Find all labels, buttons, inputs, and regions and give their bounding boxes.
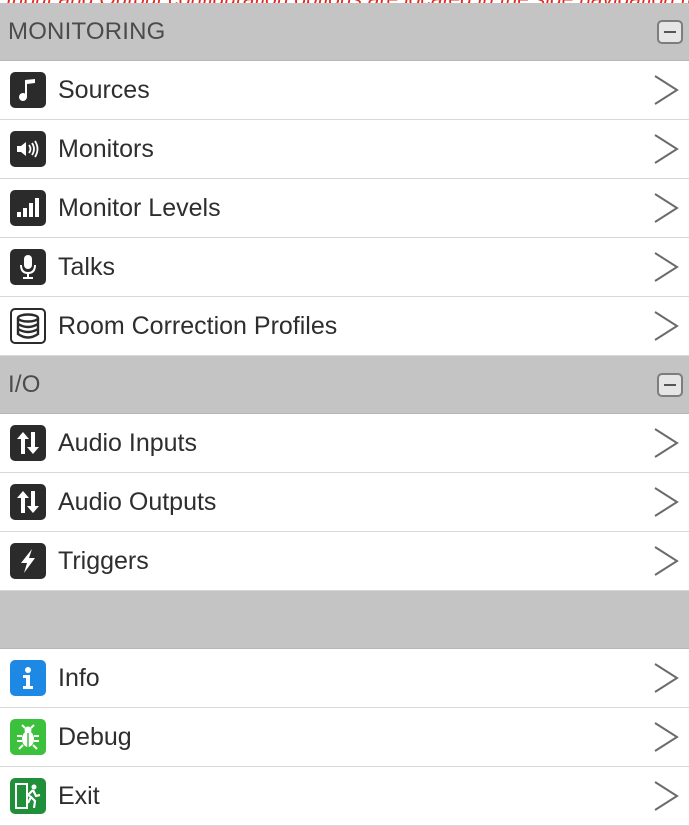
info-icon: [10, 660, 46, 696]
chevron-right-icon: [654, 781, 679, 811]
menu-item-triggers[interactable]: Triggers: [0, 532, 689, 591]
menu-item-sources[interactable]: Sources: [0, 61, 689, 120]
section-title: I/O: [8, 370, 41, 398]
side-navigation-menu: MONITORING Sources Monitors Monitor Leve…: [0, 3, 689, 826]
up-down-arrows-icon: [10, 484, 46, 520]
chevron-right-icon: [654, 75, 679, 105]
speaker-volume-icon: [10, 131, 46, 167]
collapse-button[interactable]: [657, 19, 683, 44]
menu-item-monitor-levels[interactable]: Monitor Levels: [0, 179, 689, 238]
menu-item-label: Triggers: [58, 546, 149, 575]
signal-bars-icon: [10, 190, 46, 226]
lightning-icon: [10, 543, 46, 579]
chevron-right-icon: [654, 663, 679, 693]
database-icon: [10, 308, 46, 344]
chevron-right-icon: [654, 722, 679, 752]
menu-item-label: Monitor Levels: [58, 193, 221, 222]
section-header-monitoring: MONITORING: [0, 3, 689, 61]
chevron-right-icon: [654, 193, 679, 223]
collapse-button[interactable]: [657, 372, 683, 397]
section-title: MONITORING: [8, 17, 166, 45]
chevron-right-icon: [654, 134, 679, 164]
chevron-right-icon: [654, 311, 679, 341]
menu-item-label: Exit: [58, 781, 100, 810]
menu-item-label: Debug: [58, 722, 132, 751]
menu-item-label: Audio Outputs: [58, 487, 217, 516]
microphone-icon: [10, 249, 46, 285]
menu-item-talks[interactable]: Talks: [0, 238, 689, 297]
menu-item-label: Talks: [58, 252, 115, 281]
menu-item-audio-outputs[interactable]: Audio Outputs: [0, 473, 689, 532]
menu-item-label: Audio Inputs: [58, 428, 197, 457]
chevron-right-icon: [654, 487, 679, 517]
menu-item-label: Sources: [58, 75, 150, 104]
menu-item-monitors[interactable]: Monitors: [0, 120, 689, 179]
bug-icon: [10, 719, 46, 755]
section-header-io: I/O: [0, 356, 689, 414]
menu-item-audio-inputs[interactable]: Audio Inputs: [0, 414, 689, 473]
menu-item-label: Monitors: [58, 134, 154, 163]
section-header-blank: [0, 591, 689, 649]
menu-item-label: Room Correction Profiles: [58, 311, 338, 340]
chevron-right-icon: [654, 546, 679, 576]
music-note-icon: [10, 72, 46, 108]
exit-running-man-icon: [10, 778, 46, 814]
menu-item-exit[interactable]: Exit: [0, 767, 689, 826]
chevron-right-icon: [654, 252, 679, 282]
menu-item-label: Info: [58, 663, 100, 692]
menu-item-debug[interactable]: Debug: [0, 708, 689, 767]
menu-item-info[interactable]: Info: [0, 649, 689, 708]
up-down-arrows-icon: [10, 425, 46, 461]
menu-item-room-correction-profiles[interactable]: Room Correction Profiles: [0, 297, 689, 356]
chevron-right-icon: [654, 428, 679, 458]
